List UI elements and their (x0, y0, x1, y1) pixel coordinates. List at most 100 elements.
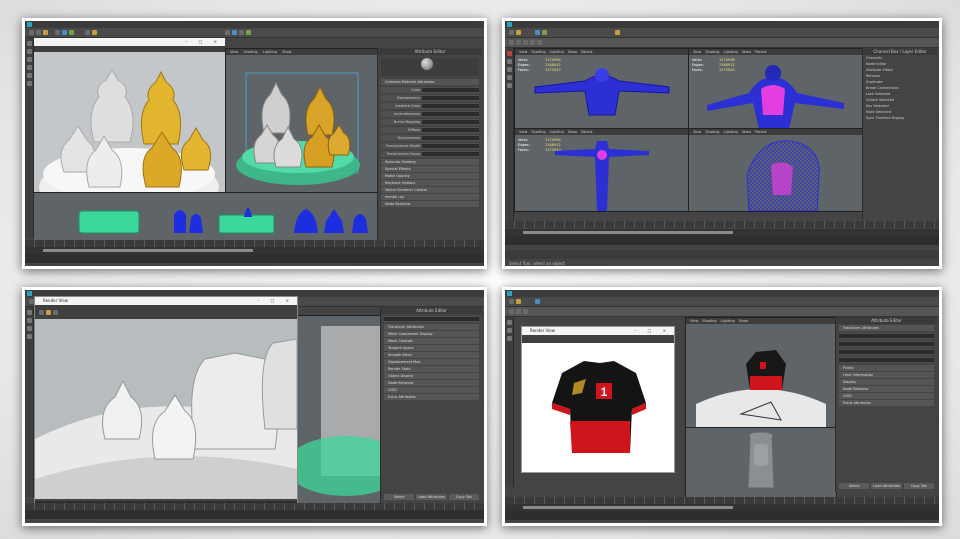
command-line[interactable] (505, 511, 939, 520)
section-extra-attributes[interactable]: Extra Attributes (384, 394, 479, 400)
copy-tab-button[interactable]: Copy Tab (903, 483, 934, 489)
section-display[interactable]: Display (839, 379, 934, 385)
attr-row[interactable] (839, 341, 934, 347)
bottom-viewports[interactable] (34, 192, 377, 241)
attr-row[interactable] (384, 316, 479, 322)
render-view-window[interactable]: Render View – □ × 1 (521, 326, 675, 473)
shelf-cylinder-icon[interactable] (523, 309, 528, 314)
section-extra-attributes[interactable]: Extra Attributes (839, 400, 934, 406)
shelf-sphere-icon[interactable] (509, 309, 514, 314)
window-controls[interactable]: – □ × (634, 327, 671, 335)
load-attributes-button[interactable]: Load Attributes (871, 483, 902, 489)
rotate-tool-icon[interactable] (506, 75, 512, 80)
scale-tool-icon[interactable] (26, 81, 32, 86)
open-scene-icon[interactable] (36, 30, 41, 35)
range-slider[interactable] (25, 247, 484, 254)
section-displacement-map[interactable]: Displacement Map (384, 359, 479, 365)
section-mesh-controls[interactable]: Mesh Controls (384, 338, 479, 344)
window-controls[interactable]: – □ × (257, 297, 294, 305)
render-icon[interactable] (85, 30, 90, 35)
move-tool-icon[interactable] (506, 328, 512, 333)
copy-tab-button[interactable]: Copy Tab (448, 494, 479, 500)
lighting-icon[interactable] (232, 30, 237, 35)
attr-row[interactable]: Translucence Depth (381, 143, 479, 149)
attr-row[interactable]: Translucence (381, 135, 479, 141)
side-viewport[interactable] (685, 427, 837, 499)
viewport-menu-show[interactable]: Show (282, 50, 291, 54)
viewport-menu-lighting[interactable]: Lighting (263, 50, 277, 54)
time-slider[interactable] (25, 240, 484, 247)
snap-grid-icon[interactable] (535, 299, 540, 304)
section-matte-opacity[interactable]: Matte Opacity (381, 173, 479, 179)
redo-render-icon[interactable] (39, 310, 44, 315)
lasso-tool-icon[interactable] (506, 59, 512, 64)
section-common-material[interactable]: Common Material Attributes (381, 79, 479, 85)
section-render-stats[interactable]: Render Stats (384, 366, 479, 372)
new-scene-icon[interactable] (509, 30, 514, 35)
section-uuid[interactable]: UUID (384, 387, 479, 393)
shelf-cube-icon[interactable] (516, 309, 521, 314)
attr-row[interactable] (839, 349, 934, 355)
render-icon[interactable] (615, 30, 620, 35)
attr-row[interactable] (839, 357, 934, 363)
snap-grid-icon[interactable] (535, 30, 540, 35)
section-vector-renderer[interactable]: Vector Renderer Control (381, 187, 479, 193)
attr-row[interactable]: Incandescence (381, 111, 479, 117)
window-controls[interactable]: – □ × (185, 38, 222, 46)
new-scene-icon[interactable] (29, 30, 34, 35)
shadows-icon[interactable] (239, 30, 244, 35)
rotate-tool-icon[interactable] (506, 336, 512, 341)
lasso-tool-icon[interactable] (26, 49, 32, 54)
time-slider[interactable] (505, 221, 939, 228)
textured-icon[interactable] (246, 30, 251, 35)
ipr-render-icon[interactable] (46, 310, 51, 315)
select-tool-icon[interactable] (506, 320, 512, 325)
section-node-behavior[interactable]: Node Behavior (839, 386, 934, 392)
ipr-render-icon[interactable] (92, 30, 97, 35)
section-smooth-mesh[interactable]: Smooth Mesh (384, 352, 479, 358)
command-line[interactable] (25, 254, 484, 263)
select-button[interactable]: Select (839, 483, 870, 489)
section-transform[interactable]: Transform Attributes (839, 325, 934, 331)
select-tool-icon[interactable] (506, 51, 512, 56)
viewport-top[interactable]: View Shading Lighting Show Panels Verts: 1174… (514, 48, 690, 130)
attr-row[interactable]: Bump Mapping (381, 119, 479, 125)
viewport-menu-shading[interactable]: Shading (243, 50, 257, 54)
snap-curve-icon[interactable] (69, 30, 74, 35)
perspective-viewport[interactable]: View Shading Lighting Show (225, 48, 379, 194)
select-mode-icon[interactable] (55, 30, 60, 35)
section-raytrace[interactable]: Raytrace Options (381, 180, 479, 186)
save-scene-icon[interactable] (516, 299, 521, 304)
load-attributes-button[interactable]: Load Attributes (416, 494, 447, 500)
shelf-plane-icon[interactable] (537, 40, 542, 45)
snap-grid-icon[interactable] (62, 30, 67, 35)
viewport-front[interactable]: View Shading Lighting Show Panels Verts: 1174… (514, 128, 690, 212)
select-tool-icon[interactable] (26, 310, 32, 315)
select-button[interactable]: Select (384, 494, 415, 500)
section-node-behavior[interactable]: Node Behavior (381, 201, 479, 207)
paint-tool-icon[interactable] (26, 57, 32, 62)
shelf-cube-icon[interactable] (516, 40, 521, 45)
channel-item[interactable]: Sync Timeline Display (866, 115, 937, 121)
section-tangent-space[interactable]: Tangent Space (384, 345, 479, 351)
attr-row[interactable]: Diffuse (381, 127, 479, 133)
scale-tool-icon[interactable] (26, 334, 32, 339)
section-specular[interactable]: Specular Shading (381, 159, 479, 165)
perspective-viewport[interactable]: View Shading Lighting Show (685, 317, 837, 429)
save-scene-icon[interactable] (43, 30, 48, 35)
shelf-cone-icon[interactable] (530, 40, 535, 45)
section-limit-information[interactable]: Limit Information (839, 372, 934, 378)
section-node-behavior[interactable]: Node Behavior (384, 380, 479, 386)
attr-row[interactable]: Color (381, 87, 479, 93)
viewport-menu-view[interactable]: View (230, 50, 238, 54)
attr-row[interactable]: Transparency (381, 95, 479, 101)
select-tool-icon[interactable] (26, 41, 32, 46)
shelf-sphere-icon[interactable] (509, 40, 514, 45)
save-scene-icon[interactable] (516, 30, 521, 35)
render-view-window[interactable]: – □ × (34, 38, 225, 210)
viewport-side[interactable]: View Shading Lighting Show Panels (688, 128, 864, 212)
command-line[interactable] (25, 510, 484, 519)
section-uuid[interactable]: UUID (839, 393, 934, 399)
shelf-cylinder-icon[interactable] (523, 40, 528, 45)
time-slider[interactable] (505, 497, 939, 504)
